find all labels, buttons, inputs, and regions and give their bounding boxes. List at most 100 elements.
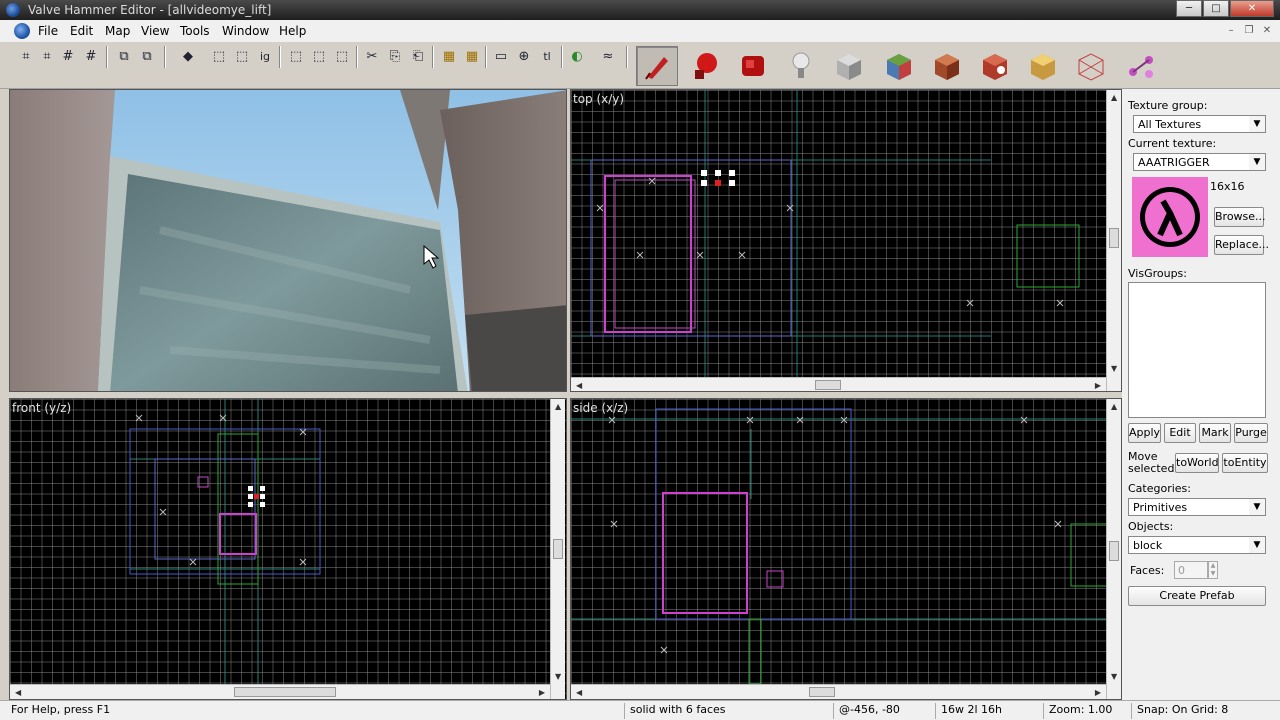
objects-select[interactable]: block ▼ <box>1128 536 1266 554</box>
side-viewport-vscroll[interactable]: ▲ ▼ <box>1106 399 1121 699</box>
copy-icon[interactable]: ⎘ <box>385 47 405 67</box>
replace-button[interactable]: Replace... <box>1214 235 1269 255</box>
grid-larger-icon[interactable]: # <box>81 47 101 67</box>
path-tool-button[interactable] <box>1120 46 1162 86</box>
scrollbar-thumb[interactable] <box>1109 228 1119 248</box>
scroll-left-arrow-icon[interactable]: ◀ <box>576 381 582 390</box>
mdi-close-button[interactable]: ✕ <box>1258 23 1276 38</box>
menu-help[interactable]: Help <box>279 24 306 38</box>
scrollbar-thumb[interactable] <box>809 687 835 697</box>
scrollbar-thumb[interactable] <box>815 380 841 390</box>
light-tool-button[interactable] <box>780 46 822 86</box>
to-entity-button[interactable]: toEntity <box>1222 453 1268 473</box>
mdi-restore-button[interactable]: ❐ <box>1240 23 1258 38</box>
scrollbar-thumb[interactable] <box>1109 541 1119 561</box>
texture-lock-icon[interactable]: ⬚ <box>286 47 306 67</box>
faces-input[interactable]: 0 <box>1174 561 1208 579</box>
decal-tool-button[interactable] <box>974 46 1016 86</box>
menu-window[interactable]: Window <box>222 24 269 38</box>
camera-tool-button[interactable] <box>684 46 726 86</box>
create-prefab-button[interactable]: Create Prefab <box>1128 586 1266 606</box>
ignore-groups-icon[interactable]: ig <box>255 47 275 67</box>
selection-box-icon[interactable]: ▭ <box>491 47 511 67</box>
scroll-left-arrow-icon[interactable]: ◀ <box>576 688 582 697</box>
faces-spinner[interactable]: ▲ ▼ <box>1208 561 1218 579</box>
scroll-up-arrow-icon[interactable]: ▲ <box>1111 402 1117 411</box>
visgroup-mark-button[interactable]: Mark <box>1199 423 1231 443</box>
current-texture-select[interactable]: AAATRIGGER ▼ <box>1133 153 1266 171</box>
maximize-button[interactable]: □ <box>1203 0 1229 17</box>
grid-smaller-icon[interactable]: # <box>58 47 78 67</box>
entity-tool-button[interactable] <box>732 46 774 86</box>
visgroup-apply-button[interactable]: Apply <box>1128 423 1161 443</box>
visgroup-edit-button[interactable]: Edit <box>1164 423 1196 443</box>
menu-tools[interactable]: Tools <box>180 24 210 38</box>
top-viewport-vscroll[interactable]: ▲ ▼ <box>1106 90 1121 391</box>
align-icon[interactable]: ⬚ <box>309 47 329 67</box>
top-viewport[interactable]: top (x/y) ▲ ▼ ◀ ▶ <box>570 89 1122 392</box>
apply-texture-button[interactable] <box>926 46 968 86</box>
scrollbar-thumb[interactable] <box>234 687 336 697</box>
menu-map[interactable]: Map <box>105 24 130 38</box>
texture-tool-button[interactable] <box>878 46 920 86</box>
visgroups-list[interactable] <box>1128 282 1266 418</box>
scroll-left-arrow-icon[interactable]: ◀ <box>15 688 21 697</box>
grid-toggle-icon[interactable]: ⌗ <box>16 47 36 67</box>
hollow-icon[interactable]: ⬚ <box>232 47 252 67</box>
mdi-minimize-button[interactable]: – <box>1222 23 1240 38</box>
status-bar: For Help, press F1 solid with 6 faces @-… <box>0 700 1280 720</box>
ungroup-icon[interactable]: ⧉ <box>137 47 157 67</box>
front-viewport[interactable]: front (y/z) ▲ ▼ ◀ ▶ <box>9 398 567 700</box>
hide-selection-icon[interactable]: ◆ <box>178 47 198 67</box>
browse-button[interactable]: Browse... <box>1214 207 1266 227</box>
redo-icon[interactable]: ▦ <box>462 47 482 67</box>
document-icon[interactable] <box>14 23 30 39</box>
options-icon[interactable]: ≈ <box>598 47 618 67</box>
side-viewport-hscroll[interactable]: ◀ ▶ <box>571 684 1106 699</box>
side-viewport[interactable]: side (x/z) ▲ ▼ ◀ ▶ <box>570 398 1122 700</box>
group-icon[interactable]: ⧉ <box>114 47 134 67</box>
block-tool-button[interactable] <box>828 46 870 86</box>
scroll-right-arrow-icon[interactable]: ▶ <box>1095 381 1101 390</box>
minimize-button[interactable]: ─ <box>1176 0 1202 17</box>
visgroup-purge-button[interactable]: Purge <box>1234 423 1268 443</box>
block-cube-icon <box>837 54 861 80</box>
objects-value: block <box>1133 539 1163 552</box>
scroll-right-arrow-icon[interactable]: ▶ <box>539 688 545 697</box>
carve-icon[interactable]: ⬚ <box>209 47 229 67</box>
camera-viewport[interactable] <box>9 89 567 392</box>
menu-view[interactable]: View <box>141 24 169 38</box>
scroll-down-arrow-icon[interactable]: ▼ <box>1111 364 1117 373</box>
front-viewport-vscroll[interactable]: ▲ ▼ <box>550 399 565 699</box>
vertex-wireframe-icon <box>1078 53 1104 81</box>
clip-tool-button[interactable] <box>1022 46 1064 86</box>
scroll-up-arrow-icon[interactable]: ▲ <box>555 402 561 411</box>
close-button[interactable]: ✕ <box>1230 0 1274 17</box>
scroll-up-arrow-icon[interactable]: ▲ <box>1111 93 1117 102</box>
scroll-down-arrow-icon[interactable]: ▼ <box>1111 672 1117 681</box>
cut-icon[interactable]: ✂ <box>362 47 382 67</box>
clip-cube-icon <box>1031 54 1055 80</box>
menu-file[interactable]: File <box>38 24 58 38</box>
texture-group-select[interactable]: All Textures ▼ <box>1133 115 1266 133</box>
tie-to-entity-icon[interactable]: tl <box>537 47 557 67</box>
run-map-icon[interactable]: ◐ <box>567 47 587 67</box>
scroll-down-arrow-icon[interactable]: ▼ <box>555 672 561 681</box>
pointer-tool-button[interactable] <box>636 46 678 86</box>
grid-3d-icon[interactable]: ⌗ <box>37 47 57 67</box>
undo-icon[interactable]: ▦ <box>439 47 459 67</box>
current-texture-value: AAATRIGGER <box>1138 156 1210 169</box>
vertex-tool-button[interactable] <box>1070 46 1112 86</box>
to-world-button[interactable]: toWorld <box>1175 453 1219 473</box>
flip-icon[interactable]: ⬚ <box>332 47 352 67</box>
chevron-down-icon: ▼ <box>1249 537 1265 553</box>
center-view-icon[interactable]: ⊕ <box>514 47 534 67</box>
paste-icon[interactable]: ⎗ <box>408 47 428 67</box>
scrollbar-thumb[interactable] <box>553 539 563 559</box>
categories-select[interactable]: Primitives ▼ <box>1128 498 1266 516</box>
texture-group-value: All Textures <box>1138 118 1202 131</box>
top-viewport-hscroll[interactable]: ◀ ▶ <box>571 377 1106 391</box>
menu-edit[interactable]: Edit <box>70 24 93 38</box>
scroll-right-arrow-icon[interactable]: ▶ <box>1095 688 1101 697</box>
front-viewport-hscroll[interactable]: ◀ ▶ <box>10 684 550 699</box>
